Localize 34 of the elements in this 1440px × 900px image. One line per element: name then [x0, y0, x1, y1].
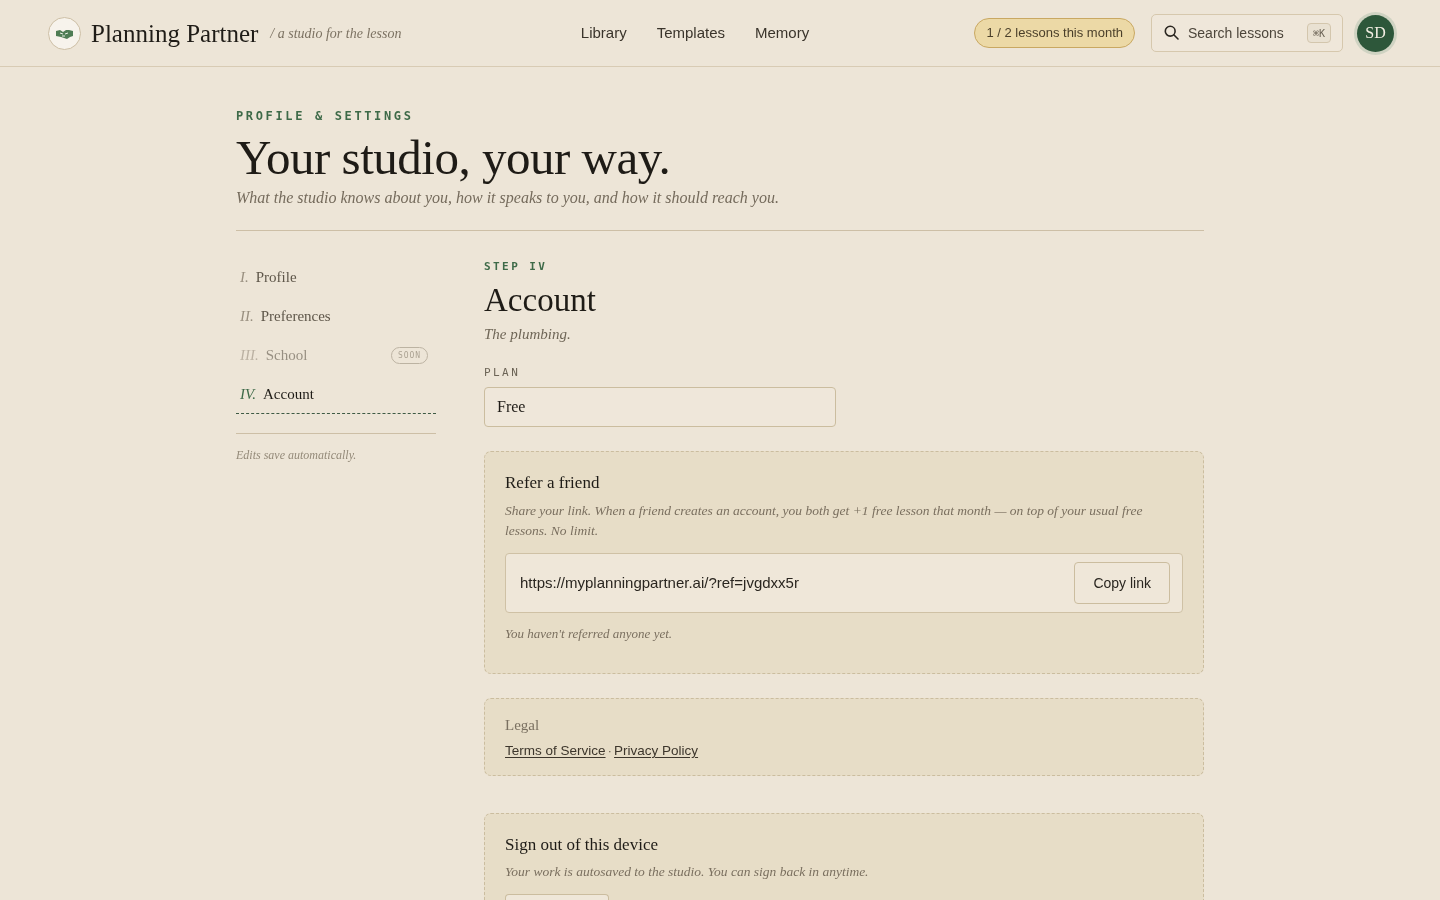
- card-title: Legal: [505, 716, 541, 735]
- nav-link[interactable]: Memory: [755, 21, 810, 45]
- card-title: Sign out of this device: [505, 834, 659, 856]
- page-subtitle: What the studio knows about you, how it speaks to you, and how it should reach you.: [236, 188, 780, 209]
- section-subtitle: The plumbing.: [484, 325, 572, 344]
- nav-link[interactable]: Templates: [656, 21, 726, 45]
- plan-field[interactable]: Free: [484, 387, 836, 427]
- brand-tagline: / a studio for the lesson: [270, 24, 402, 43]
- autosave-note: Edits save automatically.: [236, 447, 358, 464]
- legal-link[interactable]: Terms of Service: [505, 741, 606, 761]
- card-description: Share your link. When a friend creates an account, you both get +1 free lesson that month — on top of your usual free lessons. No limit.: [505, 502, 1144, 540]
- page-title: Your studio, your way.: [236, 130, 672, 186]
- link-separator: ·: [607, 742, 613, 760]
- plan-label: PLAN: [484, 366, 522, 380]
- card-description: Your work is autosaved to the studio. You can sign back in anytime.: [505, 863, 870, 881]
- page-eyebrow: PROFILE & SETTINGS: [236, 108, 415, 124]
- button[interactable]: [505, 894, 609, 900]
- search-icon: [1164, 25, 1179, 40]
- brand-name: Planning Partner: [91, 20, 259, 46]
- usage-badge: 1 / 2 lessons this month: [974, 18, 1135, 48]
- section-title: Account: [484, 281, 597, 320]
- shortcut-key: ⌘K: [1306, 23, 1331, 43]
- referral-status: You haven't referred anyone yet.: [505, 625, 674, 643]
- sidebar-tab[interactable]: IV. Account: [236, 375, 436, 414]
- logo-icon: [48, 16, 81, 50]
- legal-link[interactable]: Privacy Policy: [614, 741, 699, 761]
- referral-link-field[interactable]: https://myplanningpartner.ai/?ref=jvgdxx5r Copy link: [505, 553, 1183, 613]
- card-title: Refer a friend: [505, 472, 601, 494]
- sidebar-tab[interactable]: I. Profile: [236, 258, 436, 297]
- user-avatar[interactable]: SD: [1357, 14, 1394, 52]
- step-label: STEP IV: [484, 260, 549, 274]
- copy-link-button[interactable]: Copy link: [1074, 562, 1170, 604]
- nav-link[interactable]: Library: [580, 21, 627, 45]
- sidebar-tab[interactable]: II. Preferences: [236, 297, 436, 336]
